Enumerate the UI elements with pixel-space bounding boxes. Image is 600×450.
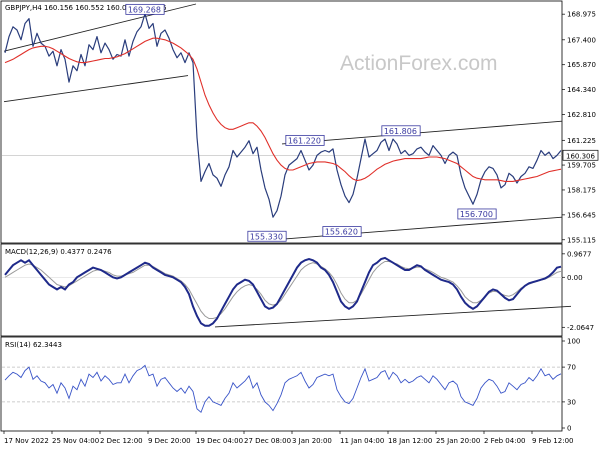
x-tick-label: 27 Dec 08:00 [244, 437, 291, 445]
watermark: ActionForex.com [340, 52, 498, 75]
macd-tick-label: -2.0647 [567, 324, 594, 332]
macd-tick-label: 0.9677 [567, 250, 592, 258]
price-label: 155.620 [325, 228, 358, 237]
price-tick-label: 162.810 [567, 111, 596, 119]
macd-tick-label: 0.00 [567, 274, 583, 282]
rsi-tick-label: 0 [567, 425, 571, 433]
chart-canvas: ActionForex.com GBPJPY,H4 160.156 160.55… [0, 0, 599, 445]
x-tick-label: 9 Dec 20:00 [148, 437, 191, 445]
x-tick-label: 25 Nov 04:00 [52, 437, 99, 445]
rsi-tick-label: 100 [567, 338, 580, 346]
macd-panel-frame [0, 243, 563, 337]
rsi-header: RSI(14) 62.3443 [5, 341, 62, 349]
macd-header: MACD(12,26,9) 0.4377 0.2476 [5, 248, 112, 256]
price-tick-label: 161.225 [567, 137, 596, 145]
x-tick-label: 2 Dec 12:00 [100, 437, 143, 445]
price-label: 156.700 [460, 210, 493, 219]
last-price-label: 160.306 [566, 152, 595, 160]
x-tick-label: 17 Nov 2022 [4, 437, 49, 445]
price-label: 161.806 [384, 127, 417, 136]
x-tick-label: 25 Jan 20:00 [436, 437, 480, 445]
x-tick-label: 9 Feb 12:00 [532, 437, 573, 445]
rsi-panel-frame [0, 336, 563, 432]
price-tick-label: 168.975 [567, 11, 596, 19]
x-tick-label: 11 Jan 04:00 [340, 437, 384, 445]
price-label: 155.330 [250, 232, 283, 241]
price-tick-label: 164.340 [567, 86, 596, 94]
price-label: 169.268 [128, 5, 161, 14]
price-tick-label: 167.400 [567, 36, 596, 44]
price-tick-label: 156.645 [567, 211, 596, 219]
price-tick-label: 159.705 [567, 162, 596, 170]
x-tick-label: 3 Jan 20:00 [292, 437, 332, 445]
x-tick-label: 18 Jan 12:00 [388, 437, 432, 445]
x-tick-label: 2 Feb 04:00 [484, 437, 525, 445]
price-tick-label: 155.115 [567, 236, 596, 244]
price-panel-frame [0, 0, 563, 244]
price-label: 161.220 [288, 136, 321, 145]
x-tick-label: 19 Dec 04:00 [196, 437, 243, 445]
rsi-tick-label: 70 [567, 364, 576, 372]
rsi-tick-label: 30 [567, 398, 576, 406]
chart-window: ActionForex.com GBPJPY,H4 160.156 160.55… [0, 0, 600, 450]
price-tick-label: 165.870 [567, 61, 596, 69]
price-tick-label: 158.175 [567, 186, 596, 194]
